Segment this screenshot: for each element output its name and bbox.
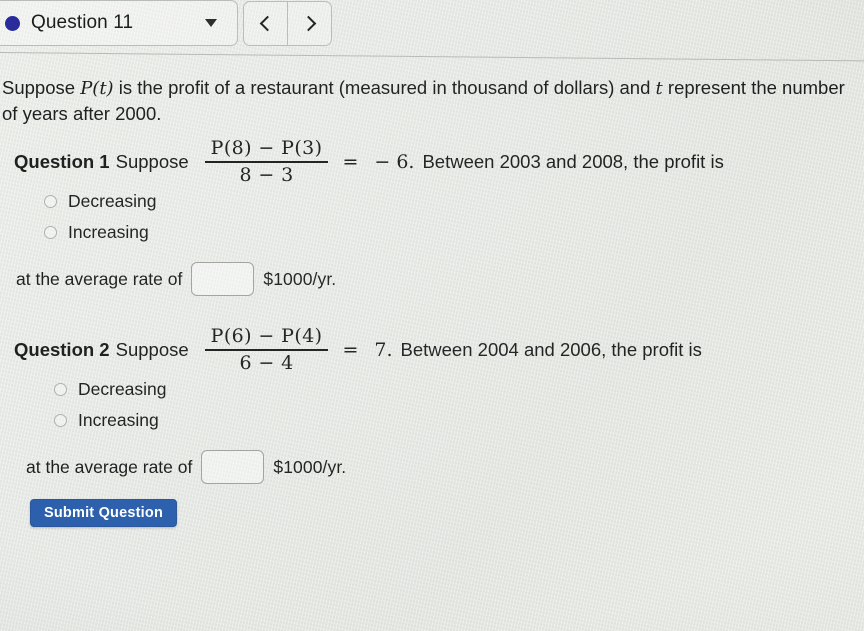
question-2-option-increasing[interactable]: Increasing	[0, 405, 864, 436]
question-2-block: Question 2 Suppose P(6) − P(4) 6 − 4 = 7…	[0, 324, 864, 484]
quiz-page: Question 11 Suppose P(t) is the profit o…	[0, 0, 864, 631]
question-1-rate-input[interactable]	[191, 262, 255, 296]
question-selector-dropdown[interactable]: Question 11	[0, 0, 238, 46]
question-1-option-increasing-label: Increasing	[68, 222, 149, 242]
next-question-button[interactable]	[288, 2, 331, 45]
radio-icon[interactable]	[54, 383, 67, 396]
question-2-rate-input[interactable]	[201, 450, 265, 484]
question-1-fraction: P(8) − P(3) 8 − 3	[204, 136, 329, 186]
question-1-number: Question 1	[14, 151, 110, 172]
question-1-suppose-label: Suppose	[115, 151, 189, 172]
question-2-option-decreasing-label: Decreasing	[78, 379, 167, 399]
submit-question-button[interactable]: Submit Question	[30, 499, 177, 527]
question-2-answer-row: at the average rate of $1000/yr.	[0, 450, 864, 484]
header-divider	[0, 52, 864, 62]
question-2-options: Decreasing Increasing	[0, 374, 864, 436]
question-1-fraction-numerator: P(8) − P(3)	[210, 136, 323, 159]
question-1-option-increasing[interactable]: Increasing	[0, 217, 864, 248]
question-selector-label: Question 11	[31, 12, 134, 33]
question-2-answer-units: $1000/yr.	[273, 456, 347, 477]
radio-icon[interactable]	[44, 195, 57, 208]
intro-part-1: Suppose	[2, 77, 81, 98]
question-2-value: 7.	[374, 339, 393, 361]
question-2-option-decreasing[interactable]: Decreasing	[0, 374, 864, 405]
question-2-number: Question 2	[14, 339, 110, 360]
question-status-bullet-icon	[5, 16, 20, 31]
question-1-block: Question 1 Suppose P(8) − P(3) 8 − 3 = −…	[0, 136, 864, 296]
chevron-right-icon	[300, 15, 316, 32]
question-1-options: Decreasing Increasing	[0, 186, 864, 248]
chevron-down-icon	[205, 19, 217, 27]
question-nav-group	[243, 1, 332, 46]
previous-question-button[interactable]	[244, 2, 288, 45]
question-header-bar: Question 11	[0, 0, 864, 62]
radio-icon[interactable]	[44, 226, 57, 239]
radio-icon[interactable]	[54, 414, 67, 427]
question-1-equals-sign: =	[342, 151, 359, 173]
question-2-equals-sign: =	[342, 339, 359, 361]
intro-variable-pt: P(t)	[80, 78, 114, 99]
question-1-answer-prefix: at the average rate of	[16, 268, 183, 289]
question-1-fraction-denominator: 8 − 3	[239, 163, 294, 186]
problem-intro-text: Suppose P(t) is the profit of a restaura…	[2, 75, 846, 126]
question-1-answer-units: $1000/yr.	[263, 268, 337, 289]
question-1-value: − 6.	[374, 151, 415, 173]
question-1-answer-row: at the average rate of $1000/yr.	[0, 262, 864, 296]
chevron-left-icon	[259, 15, 275, 32]
question-2-answer-prefix: at the average rate of	[26, 456, 193, 477]
intro-variable-t: t	[655, 78, 663, 99]
question-1-tail-text: Between 2003 and 2008, the profit is	[422, 151, 724, 172]
question-2-tail-text: Between 2004 and 2006, the profit is	[400, 339, 702, 360]
question-1-option-decreasing[interactable]: Decreasing	[0, 186, 864, 217]
question-2-option-increasing-label: Increasing	[78, 410, 159, 430]
question-2-fraction: P(6) − P(4) 6 − 4	[204, 324, 329, 374]
question-1-statement: Question 1 Suppose P(8) − P(3) 8 − 3 = −…	[0, 136, 864, 186]
question-2-fraction-numerator: P(6) − P(4)	[210, 324, 323, 347]
question-2-fraction-denominator: 6 − 4	[239, 351, 294, 374]
question-2-statement: Question 2 Suppose P(6) − P(4) 6 − 4 = 7…	[0, 324, 864, 374]
question-1-option-decreasing-label: Decreasing	[68, 191, 157, 211]
question-2-suppose-label: Suppose	[115, 339, 189, 360]
intro-part-2: is the profit of a restaurant (measured …	[113, 77, 656, 98]
